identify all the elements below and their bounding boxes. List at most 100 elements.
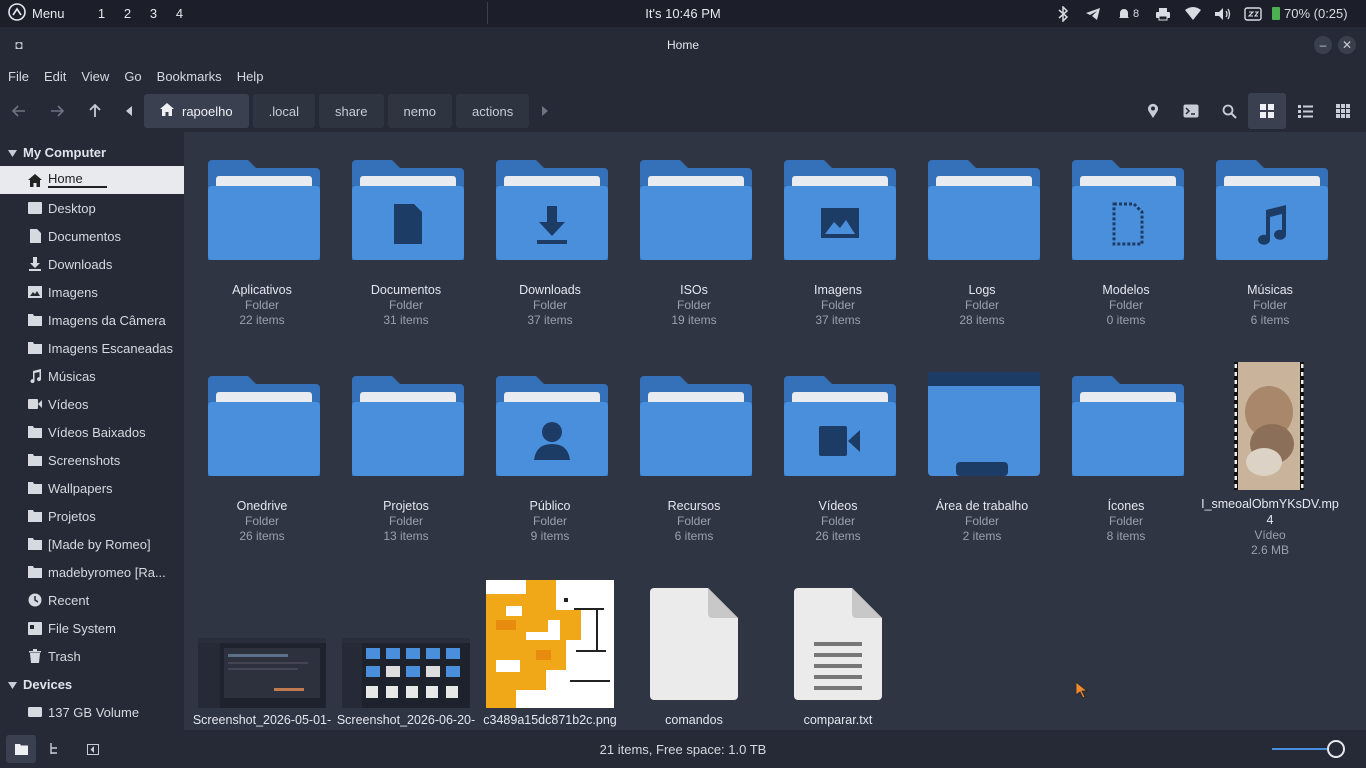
file-view[interactable]: Aplicativos Folder 22 items Documentos Folde… [184,132,1366,730]
breadcrumb-nemo[interactable]: nemo [387,94,453,128]
sidebar-item-projetos[interactable]: Projetos [0,502,184,530]
sidebar-item-label: Recent [48,592,90,608]
file-name: Vídeos [818,499,858,513]
zoom-slider-handle[interactable] [1327,740,1345,758]
sidebar-item-screenshots[interactable]: Screenshots [0,446,184,474]
workspace-4[interactable]: 4 [167,6,193,21]
sidebar-item-downloads[interactable]: Downloads [0,250,184,278]
close-button[interactable]: ✕ [1338,36,1356,54]
menu-edit[interactable]: Edit [44,69,66,84]
file-info: 6 items [1250,313,1290,327]
file-name: Aplicativos [232,283,292,297]
folder-plain-icon [1072,376,1184,483]
menu-go[interactable]: Go [124,69,141,84]
folder-icon [28,537,42,551]
workspace-2[interactable]: 2 [115,6,141,21]
telegram-icon[interactable] [1078,0,1108,27]
sidebar-item-imagens[interactable]: Imagens [0,278,184,306]
file-type: Vídeo [1254,528,1286,542]
file-name: Downloads [519,283,581,297]
sidebar-item-madebyromeo[interactable]: madebyromeo [Ra... [0,558,184,586]
icon-view-icon[interactable] [1248,93,1286,129]
file-type: Folder [676,514,711,528]
sidebar-item-made-by-romeo[interactable]: [Made by Romeo] [0,530,184,558]
volume-icon[interactable] [1208,0,1238,27]
sidebar-item-label: Vídeos Baixados [48,424,146,440]
sidebar-item-videos-baixados[interactable]: Vídeos Baixados [0,418,184,446]
sidebar-section-label: Devices [23,676,73,692]
status-bar: 21 items, Free space: 1.0 TB [0,730,1366,768]
places-sidebar-icon[interactable] [6,735,36,763]
compact-view-icon[interactable] [1324,93,1362,129]
breadcrumb-local[interactable]: .local [252,94,315,128]
sidebar-item-label: Home [48,172,107,188]
sidebar-item-wallpapers[interactable]: Wallpapers [0,474,184,502]
hide-sidebar-icon[interactable] [74,735,112,763]
sidebar-section-my-computer[interactable]: My Computer [0,138,184,166]
menu-help[interactable]: Help [237,69,264,84]
sidebar-item-volume[interactable]: 137 GB Volume [0,698,184,726]
top-panel: Menu 1 2 3 4 It's 10:46 PM 8 70% (0:25) [0,0,1366,27]
sidebar-item-imagens-escaneadas[interactable]: Imagens Escaneadas [0,334,184,362]
menu-file[interactable]: File [8,69,29,84]
file-info: 6 items [674,529,714,543]
sidebar-item-label: Wallpapers [48,480,113,496]
sidebar-item-imagens-da-camera[interactable]: Imagens da Câmera [0,306,184,334]
file-info: 2.6 MB [1250,543,1289,557]
folder-person-icon [496,376,608,483]
breadcrumb-home[interactable]: rapoelho [144,94,249,128]
document-icon [28,229,42,243]
sidebar-item-recent[interactable]: Recent [0,586,184,614]
file-type: Folder [820,298,855,312]
sidebar-item-musicas[interactable]: Músicas [0,362,184,390]
window-menu-icon[interactable]: ◘ [10,36,28,54]
printer-icon[interactable] [1148,0,1178,27]
sidebar-section-devices[interactable]: Devices [0,670,184,698]
menu-button[interactable]: Menu [0,0,73,27]
search-icon[interactable] [1210,93,1248,129]
file-type: Folder [820,514,855,528]
file-type: Folder [388,514,423,528]
sidebar-item-videos[interactable]: Vídeos [0,390,184,418]
sidebar-item-file-system[interactable]: File System [0,614,184,642]
path-right-icon[interactable] [533,93,557,129]
download-icon [28,257,42,271]
terminal-icon[interactable] [1172,93,1210,129]
keyboard-layout-icon[interactable] [1238,0,1268,27]
workspace-3[interactable]: 3 [141,6,167,21]
expander-down-icon [8,677,17,692]
menu-view[interactable]: View [81,69,109,84]
sidebar-item-label: 137 GB Volume [48,704,140,720]
minimize-button[interactable]: – [1314,36,1332,54]
sidebar-item-home[interactable]: Home [0,166,184,194]
forward-arrow-icon[interactable] [38,93,76,129]
sidebar-item-trash[interactable]: Trash [0,642,184,670]
sidebar-item-documentos[interactable]: Documentos [0,222,184,250]
file-name: ISOs [680,283,708,297]
path-left-icon[interactable] [114,93,144,129]
folder-plain-icon [928,160,1040,267]
breadcrumb-label: rapoelho [182,103,233,119]
file-name: Área de trabalho [935,499,1029,513]
breadcrumb-actions[interactable]: actions [456,94,530,128]
tree-sidebar-icon[interactable] [36,735,74,763]
bluetooth-icon[interactable] [1048,0,1078,27]
wifi-icon[interactable] [1178,0,1208,27]
menu-bookmarks[interactable]: Bookmarks [157,69,222,84]
breadcrumb-share[interactable]: share [318,94,384,128]
location-pin-icon[interactable] [1134,93,1172,129]
battery-indicator[interactable]: 70% (0:25) [1268,0,1366,27]
zoom-slider[interactable] [1272,740,1350,758]
menu-bar: File Edit View Go Bookmarks Help [0,62,1366,90]
sidebar-item-desktop[interactable]: Desktop [0,194,184,222]
folder-image-icon [784,160,896,267]
home-icon [28,173,42,187]
up-arrow-icon[interactable] [76,93,114,129]
file-info: 0 items [1106,313,1146,327]
back-arrow-icon[interactable] [0,93,38,129]
menu-label: Menu [32,6,65,21]
file-type: Folder [244,514,279,528]
workspace-1[interactable]: 1 [89,6,115,21]
list-view-icon[interactable] [1286,93,1324,129]
notifications-icon[interactable]: 8 [1108,0,1148,27]
